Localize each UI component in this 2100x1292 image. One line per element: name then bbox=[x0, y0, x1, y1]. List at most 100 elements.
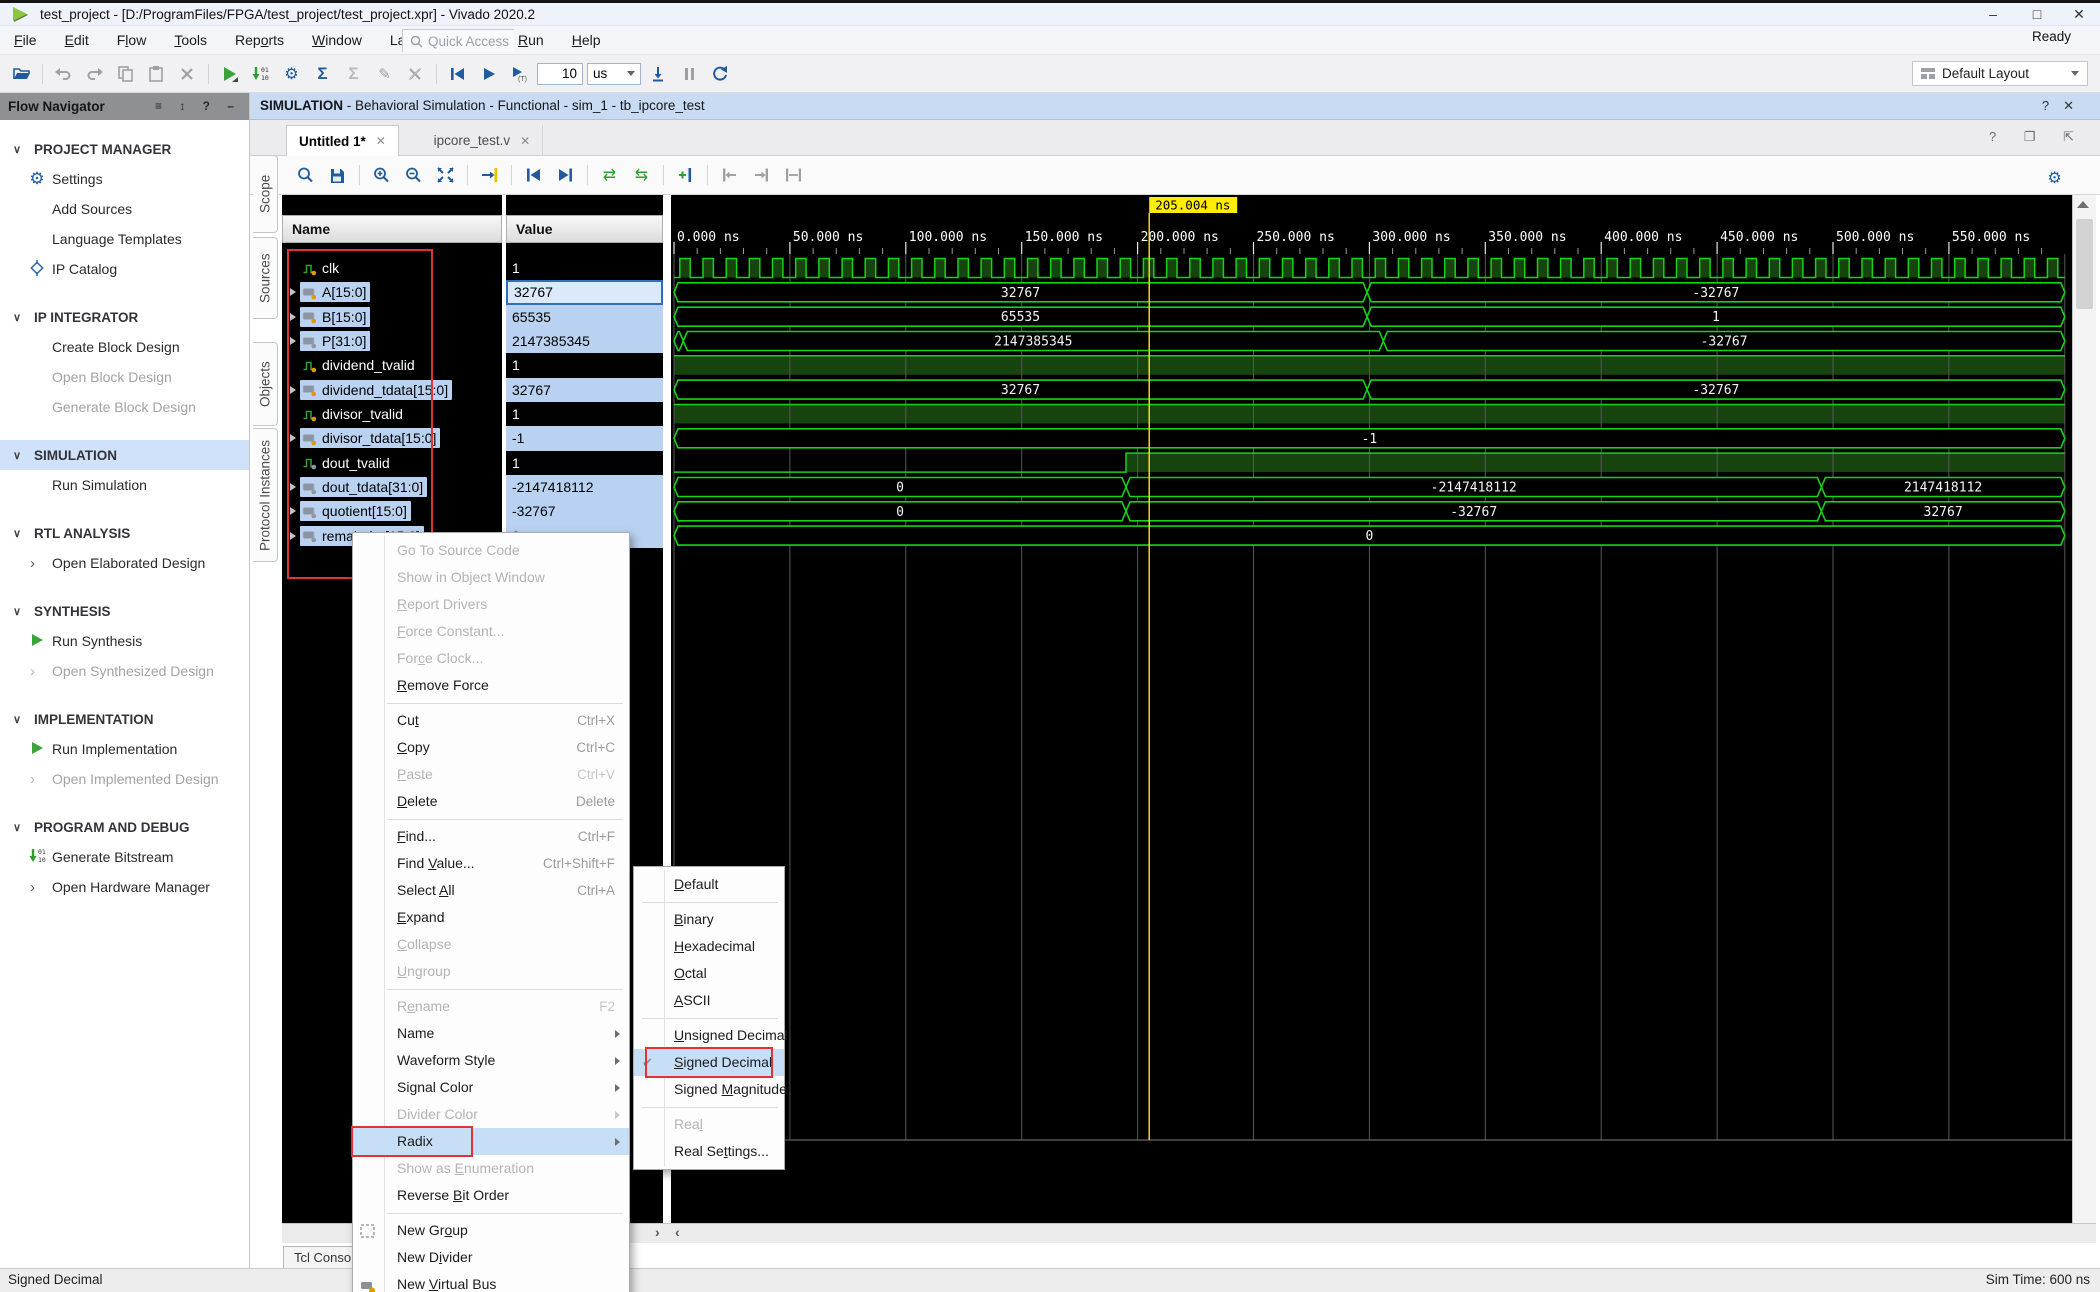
side-tab-objects[interactable]: Objects bbox=[253, 342, 278, 426]
help-icon[interactable]: ? bbox=[2042, 98, 2063, 113]
gear-icon[interactable]: ⚙ bbox=[278, 61, 305, 87]
menu-item-hexadecimal[interactable]: Hexadecimal bbox=[634, 933, 784, 960]
signal-row-dout-tvalid[interactable]: dout_tvalid bbox=[282, 451, 502, 475]
chevron-right-icon[interactable]: › bbox=[30, 879, 35, 896]
zoom-in-icon[interactable] bbox=[368, 162, 395, 188]
menu-item-select-all[interactable]: Select AllCtrl+A bbox=[353, 877, 629, 904]
signal-row-divisor-tvalid[interactable]: divisor_tvalid bbox=[282, 402, 502, 426]
zoom-cursor-icon[interactable] bbox=[476, 162, 503, 188]
close-icon[interactable]: ✕ bbox=[2063, 98, 2088, 113]
restart-icon[interactable] bbox=[444, 61, 471, 87]
flow-item-language-templates[interactable]: Language Templates bbox=[0, 224, 249, 254]
flow-section-title-implementation[interactable]: ∨IMPLEMENTATION bbox=[0, 704, 249, 734]
menu-item-name[interactable]: Name bbox=[353, 1020, 629, 1047]
flow-item-open-hardware-manager[interactable]: ›Open Hardware Manager bbox=[0, 872, 249, 902]
sigma-icon[interactable]: Σ bbox=[309, 61, 336, 87]
signal-row-clk[interactable]: clk bbox=[282, 256, 502, 280]
menu-item-new-divider[interactable]: New Divider bbox=[353, 1244, 629, 1271]
signal-value-dout-tdata-31-0[interactable]: -2147418112 bbox=[506, 475, 663, 499]
value-column-header[interactable]: Value bbox=[506, 215, 663, 243]
flow-item-generate-bitstream[interactable]: 0110Generate Bitstream bbox=[0, 842, 249, 872]
signal-value-divisor-tdata-15-0[interactable]: -1 bbox=[506, 426, 663, 450]
signal-value-a-15-0[interactable]: 32767 bbox=[506, 280, 663, 304]
menu-item-signed-decimal[interactable]: ✔Signed Decimal bbox=[634, 1049, 784, 1076]
zoom-out-icon[interactable] bbox=[400, 162, 427, 188]
flow-item-run-simulation[interactable]: Run Simulation bbox=[0, 470, 249, 500]
menu-item-new-group[interactable]: New Group bbox=[353, 1217, 629, 1244]
minimize-button[interactable]: – bbox=[1972, 3, 2014, 26]
signal-value-dout-tvalid[interactable]: 1 bbox=[506, 451, 663, 475]
name-column-header[interactable]: Name bbox=[282, 215, 502, 243]
signal-value-quotient-15-0[interactable]: -32767 bbox=[506, 499, 663, 523]
signal-row-divisor-tdata-15-0[interactable]: divisor_tdata[15:0] bbox=[282, 426, 502, 450]
menu-reports[interactable]: Reports bbox=[221, 26, 298, 55]
signal-value-divisor-tvalid[interactable]: 1 bbox=[506, 402, 663, 426]
signal-row-p-31-0[interactable]: P[31:0] bbox=[282, 329, 502, 353]
bitstream-icon[interactable]: 0110 bbox=[247, 61, 274, 87]
chevron-expanded-icon[interactable]: ∨ bbox=[0, 605, 34, 618]
close-button[interactable]: ✕ bbox=[2058, 3, 2100, 26]
signal-row-dividend-tvalid[interactable]: dividend_tvalid bbox=[282, 353, 502, 377]
menu-item-copy[interactable]: CopyCtrl+C bbox=[353, 734, 629, 761]
tab-ipcore-test-v[interactable]: ipcore_test.v✕ bbox=[422, 125, 544, 156]
sim-run-time-input[interactable] bbox=[537, 63, 583, 85]
chevron-right-icon[interactable]: › bbox=[30, 771, 35, 788]
signal-value-dividend-tdata-15-0[interactable]: 32767 bbox=[506, 378, 663, 402]
flow-section-title-program-and-debug[interactable]: ∨PROGRAM AND DEBUG bbox=[0, 812, 249, 842]
step-icon[interactable] bbox=[645, 61, 672, 87]
menu-item-signed-magnitude[interactable]: Signed Magnitude bbox=[634, 1076, 784, 1103]
swap-left-icon[interactable]: ⇄ bbox=[596, 162, 623, 188]
side-tab-protocol-instances[interactable]: Protocol Instances bbox=[253, 428, 278, 562]
zoom-fit-icon[interactable] bbox=[432, 162, 459, 188]
menu-item-binary[interactable]: Binary bbox=[634, 906, 784, 933]
swap-right-icon[interactable]: ⇆ bbox=[628, 162, 655, 188]
menu-item-expand[interactable]: Expand bbox=[353, 904, 629, 931]
flow-section-title-rtl-analysis[interactable]: ∨RTL ANALYSIS bbox=[0, 518, 249, 548]
menu-item-new-virtual-bus[interactable]: New Virtual Bus bbox=[353, 1271, 629, 1292]
signal-row-dout-tdata-31-0[interactable]: dout_tdata[31:0] bbox=[282, 475, 502, 499]
flow-section-title-project-manager[interactable]: ∨PROJECT MANAGER bbox=[0, 134, 249, 164]
flow-item-settings[interactable]: ⚙Settings bbox=[0, 164, 249, 194]
search-icon[interactable] bbox=[292, 162, 319, 188]
chevron-expanded-icon[interactable]: ∨ bbox=[0, 311, 34, 324]
prev-edge-icon[interactable] bbox=[520, 162, 547, 188]
relaunch-icon[interactable] bbox=[707, 61, 734, 87]
maximize-button[interactable]: □ bbox=[2016, 3, 2058, 26]
expander-icon[interactable] bbox=[290, 386, 296, 394]
menu-item-delete[interactable]: DeleteDelete bbox=[353, 788, 629, 815]
signal-row-quotient-15-0[interactable]: quotient[15:0] bbox=[282, 499, 502, 523]
next-edge-icon[interactable] bbox=[552, 162, 579, 188]
flow-item-create-block-design[interactable]: Create Block Design bbox=[0, 332, 249, 362]
signal-row-b-15-0[interactable]: B[15:0] bbox=[282, 305, 502, 329]
menu-item-octal[interactable]: Octal bbox=[634, 960, 784, 987]
scrollbar-thumb[interactable] bbox=[2076, 219, 2093, 309]
expander-icon[interactable] bbox=[290, 434, 296, 442]
tab-close-icon[interactable]: ✕ bbox=[376, 134, 386, 148]
open-project-icon[interactable] bbox=[8, 61, 35, 87]
tab-tcl-console[interactable]: Tcl Console bbox=[283, 1246, 360, 1268]
scroll-left-icon[interactable]: ‹ bbox=[675, 1224, 680, 1240]
signal-value-p-31-0[interactable]: 2147385345 bbox=[506, 329, 663, 353]
chevron-expanded-icon[interactable]: ∨ bbox=[0, 527, 34, 540]
chevron-expanded-icon[interactable]: ∨ bbox=[0, 449, 34, 462]
flow-item-open-elaborated-design[interactable]: ›Open Elaborated Design bbox=[0, 548, 249, 578]
run-time-icon[interactable]: (T) bbox=[506, 61, 533, 87]
scroll-up-icon[interactable] bbox=[2077, 201, 2089, 208]
signal-row-a-15-0[interactable]: A[15:0] bbox=[282, 280, 502, 304]
tab-close-icon[interactable]: ✕ bbox=[520, 134, 530, 148]
flow-section-title-simulation[interactable]: ∨SIMULATION bbox=[0, 440, 249, 470]
tab-strip-corner-icons[interactable]: ? ❐ ⇱ bbox=[1989, 129, 2086, 145]
expander-icon[interactable] bbox=[290, 483, 296, 491]
quick-access-search[interactable]: Quick Access bbox=[402, 29, 514, 52]
flow-item-run-implementation[interactable]: Run Implementation bbox=[0, 734, 249, 764]
side-tab-sources[interactable]: Sources bbox=[253, 237, 278, 319]
menu-file[interactable]: File bbox=[0, 26, 51, 55]
menu-item-real-settings[interactable]: Real Settings... bbox=[634, 1138, 784, 1165]
menu-flow[interactable]: Flow bbox=[103, 26, 161, 55]
expander-icon[interactable] bbox=[290, 288, 296, 296]
waveform-canvas[interactable]: 0.000 ns50.000 ns100.000 ns150.000 ns200… bbox=[671, 195, 2072, 1223]
chevron-right-icon[interactable]: › bbox=[30, 555, 35, 572]
tab-untitled-1[interactable]: Untitled 1*✕ bbox=[286, 125, 399, 156]
flow-section-title-synthesis[interactable]: ∨SYNTHESIS bbox=[0, 596, 249, 626]
menu-item-radix[interactable]: Radix bbox=[353, 1128, 629, 1155]
